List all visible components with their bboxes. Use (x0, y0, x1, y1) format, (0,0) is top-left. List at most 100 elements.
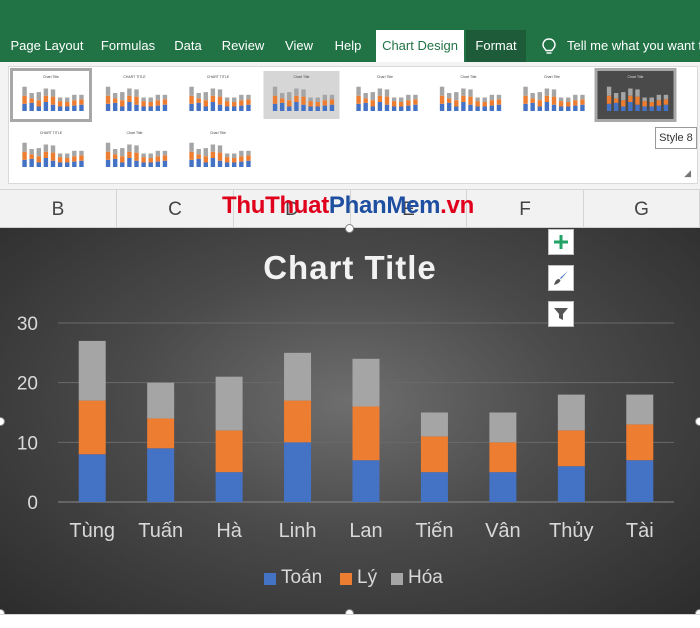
thumbnail-bar (29, 154, 34, 159)
thumbnail-bar (246, 94, 251, 100)
thumbnail-bar (196, 158, 201, 167)
x-tick-label: Linh (279, 520, 317, 542)
tab-format[interactable]: Format (466, 30, 526, 62)
tab-review[interactable]: Review (216, 30, 270, 62)
thumbnail-bar (36, 162, 41, 167)
thumbnail-bar (573, 94, 578, 101)
thumbnail-bar (217, 104, 223, 111)
thumbnail-bar (315, 102, 320, 107)
tab-help[interactable]: Help (328, 30, 368, 62)
thumbnail-bar (127, 95, 132, 102)
x-tick-label: Tùng (69, 520, 115, 542)
column-header-f[interactable]: F (467, 190, 584, 228)
bar-segment (489, 472, 517, 502)
thumbnail-bar (50, 89, 56, 97)
thumbnail-bar (308, 97, 313, 102)
column-header-g[interactable]: G (584, 190, 700, 228)
thumbnail-bar (544, 88, 550, 96)
legend-swatch-ly (340, 573, 352, 585)
tab-data[interactable]: Data (168, 30, 208, 62)
watermark-logo: ThuThuatPhanMem.vn (222, 192, 474, 219)
tell-me-search[interactable]: Tell me what you want to d (567, 30, 700, 62)
thumbnail-bar (613, 93, 619, 99)
thumbnail-bar (210, 158, 216, 167)
thumbnail-bar (120, 100, 125, 107)
thumbnail-bar (65, 97, 70, 102)
thumbnail-bar (439, 95, 445, 104)
tab-chart-design[interactable]: Chart Design (376, 30, 464, 62)
thumbnail-bar (203, 162, 208, 167)
thumbnail-bar (43, 158, 49, 167)
column-header-c[interactable]: C (117, 190, 234, 228)
thumbnail-bar (232, 153, 237, 158)
thumbnail-bar (36, 156, 41, 163)
thumbnail-bar (141, 101, 146, 107)
thumbnail-bar (29, 149, 34, 155)
plus-icon (554, 235, 568, 249)
thumbnail-bar (148, 106, 153, 111)
chart-style-thumbnails[interactable]: Chart Title CHART TITLE CHART TITLE Chart T… (9, 67, 699, 185)
thumbnail-bar (148, 158, 153, 163)
thumbnail-bar (628, 95, 633, 102)
thumbnail-bar (287, 100, 292, 107)
column-header-b[interactable]: B (0, 190, 117, 228)
worksheet-grid-below (0, 614, 700, 628)
thumbnail-bar (413, 94, 418, 100)
thumbnail-bar (79, 94, 84, 100)
resize-handle-right[interactable] (695, 417, 700, 426)
style-tooltip: Style 8 (655, 127, 697, 149)
thumbnail-bar (621, 92, 626, 101)
thumbnail-bar (322, 94, 328, 101)
thumbnail-bar (203, 106, 208, 111)
thumbnail-bar (43, 88, 49, 96)
thumbnail-title: Chart Title (628, 75, 644, 79)
thumbnail-bar (446, 93, 452, 99)
ribbon-tab-bar: Page Layout Formulas Data Review View He… (0, 0, 700, 62)
thumbnail-bar (315, 106, 320, 111)
thumbnail-bar (468, 104, 473, 111)
thumbnail-bar (566, 97, 571, 102)
thumbnail-bar (105, 86, 111, 96)
thumbnail-bar (105, 151, 111, 160)
bar-segment (352, 406, 380, 461)
thumbnail-bar (635, 104, 640, 111)
thumbnail-bar (370, 100, 375, 107)
thumbnail-bar (162, 104, 168, 111)
thumbnail-bar (162, 94, 168, 100)
thumbnail-bar (224, 97, 230, 102)
thumbnail-bar (112, 102, 118, 111)
thumbnail-title: Chart Title (544, 75, 560, 79)
thumbnail-bar (196, 154, 201, 159)
chart-elements-button[interactable] (548, 229, 574, 255)
tab-formulas[interactable]: Formulas (95, 30, 161, 62)
chart-plot-area[interactable]: 0 10 20 30 Tùng Tuấn Hà Linh Lan Tiến Vân Thủy Tài (0, 228, 700, 614)
bar-segment (78, 400, 106, 455)
thumbnail-bar (127, 88, 132, 96)
bar-segment (78, 340, 106, 401)
thumbnail-bar (391, 101, 397, 107)
chart-styles-button[interactable] (548, 265, 574, 291)
thumbnail-bar (210, 144, 216, 152)
bar-segment (215, 430, 243, 473)
thumbnail-bar (356, 95, 361, 104)
bar-segment (557, 394, 585, 431)
chart-filters-button[interactable] (548, 301, 574, 327)
thumbnail-bar (232, 97, 237, 102)
thumbnail-bar (127, 144, 132, 152)
thumbnail-bar (573, 105, 578, 111)
tab-view[interactable]: View (277, 30, 321, 62)
thumbnail-bar (57, 101, 63, 107)
tab-page-layout[interactable]: Page Layout (6, 30, 88, 62)
thumbnail-bar (134, 96, 139, 105)
thumbnail-bar (301, 89, 306, 97)
resize-handle-top[interactable] (345, 224, 354, 233)
thumbnail-bar (580, 94, 585, 100)
thumbnail-bar (72, 150, 77, 157)
thumbnail-bar (489, 105, 495, 111)
thumbnail-bar (628, 102, 633, 111)
thumbnail-bar (65, 106, 70, 111)
bar-segment (489, 442, 517, 473)
thumbnail-bar (189, 151, 194, 160)
thumbnail-bar (112, 149, 118, 155)
gallery-expand-icon[interactable]: ◢ (684, 168, 691, 179)
